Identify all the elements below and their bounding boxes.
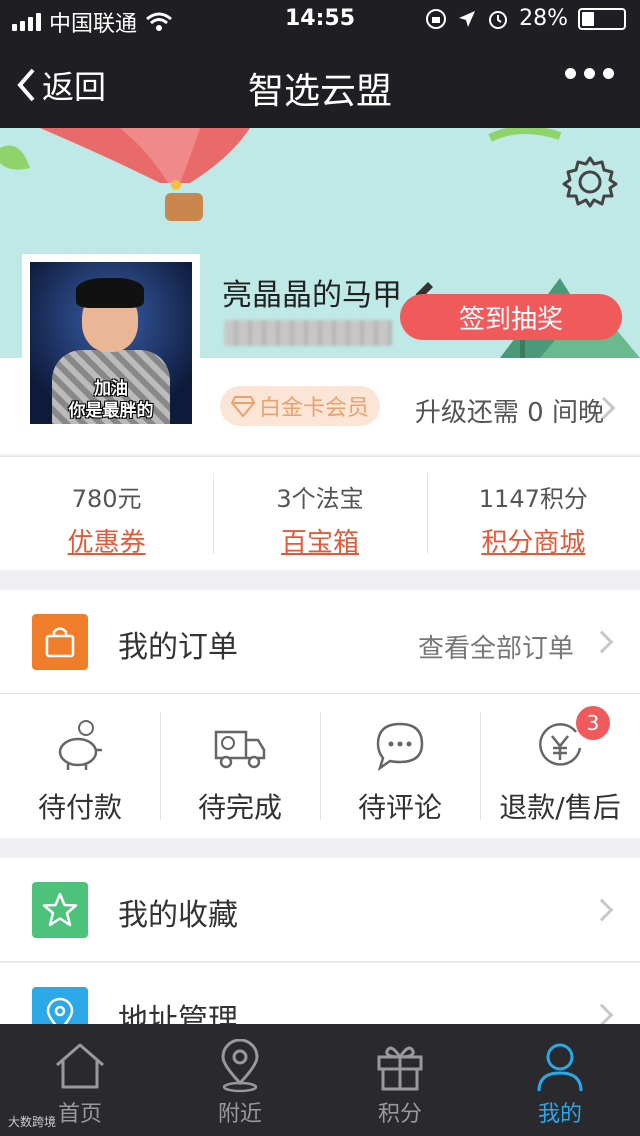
gift-icon [377,1046,423,1091]
order-status-to-complete[interactable]: 待完成 [160,694,320,838]
user-icon [537,1043,583,1092]
stat-value: 780元 [71,485,142,513]
chat-bubble-icon [376,722,424,772]
stat-points-mall[interactable]: 1147积分 积分商城 [426,457,640,570]
status-bar: 中国联通 14:55 28% [0,0,640,40]
order-status-pending-payment[interactable]: 待付款 [0,694,160,838]
truck-icon [214,730,266,769]
piggy-bank-icon [58,720,102,770]
watermark: 大数跨境 [8,1115,57,1129]
avatar-caption-line2: 你是最胖的 [68,401,154,421]
phone-number-blurred [224,320,392,346]
orientation-lock-icon [426,8,447,29]
refund-count-badge: 3 [576,706,610,740]
battery-percent: 28% [519,6,568,31]
more-menu-button[interactable] [565,68,614,79]
home-icon [56,1043,104,1089]
tab-nearby[interactable]: 附近 [160,1024,320,1136]
stat-link[interactable]: 积分商城 [427,522,640,559]
location-pin-icon [221,1039,259,1093]
stats-row: 780元 优惠券 3个法宝 百宝箱 1147积分 积分商城 [0,456,640,570]
favorites-icon-box [32,882,88,938]
avatar-image: 加油 你是最胖的 [30,262,192,424]
tab-points[interactable]: 积分 [320,1024,480,1136]
upgrade-text: 升级还需 0 间晚 [414,398,604,428]
tab-label: 积分 [377,1102,422,1127]
page-title: 智选云盟 [247,71,392,112]
stat-link[interactable]: 百宝箱 [213,522,426,559]
settings-gear-icon[interactable] [562,154,618,210]
diamond-icon [230,396,255,417]
tab-label: 我的 [537,1102,582,1127]
order-status-label: 待完成 [197,791,282,824]
alarm-icon [489,10,508,29]
my-orders-row[interactable]: 我的订单 查看全部订单 [0,590,640,694]
nav-bar: 返回 智选云盟 [0,40,640,128]
stat-coupons[interactable]: 780元 优惠券 [0,457,213,570]
tab-label: 附近 [217,1102,262,1127]
stat-link[interactable]: 优惠券 [0,522,213,559]
location-arrow-icon [459,10,476,27]
view-all-orders-link[interactable]: 查看全部订单 [418,628,574,665]
order-status-label: 待评论 [357,791,442,824]
order-status-refund[interactable]: 3 退款/售后 [480,694,640,838]
chevron-right-icon [590,898,614,922]
username: 亮晶晶的马甲 [222,278,402,313]
stat-value: 3个法宝 [276,485,364,513]
tab-mine[interactable]: 我的 [480,1024,640,1136]
chevron-right-icon [590,630,614,654]
signin-lottery-button[interactable]: 签到抽奖 [400,294,622,340]
orders-title: 我的订单 [118,630,238,665]
order-status-label: 待付款 [37,791,122,824]
stat-treasure-box[interactable]: 3个法宝 百宝箱 [213,457,426,570]
member-badge-label: 白金卡会员 [258,396,369,421]
bottom-tab-bar: 首页 附近 积分 我的 大数跨境 [0,1024,640,1136]
member-badge: 白金卡会员 [220,386,380,426]
stat-value: 1147积分 [478,485,588,513]
order-status-to-review[interactable]: 待评论 [320,694,480,838]
chevron-right-icon [590,1003,614,1027]
orders-icon-box [32,614,88,670]
avatar[interactable]: 加油 你是最胖的 [22,254,200,432]
order-status-row: 待付款 待完成 待评论 3 退款/售后 [0,694,640,838]
shopping-bag-icon [45,627,75,658]
battery-icon [578,7,626,30]
favorites-title: 我的收藏 [118,898,238,933]
star-icon [42,892,78,927]
order-status-label: 退款/售后 [499,791,621,824]
my-favorites-row[interactable]: 我的收藏 [0,858,640,962]
